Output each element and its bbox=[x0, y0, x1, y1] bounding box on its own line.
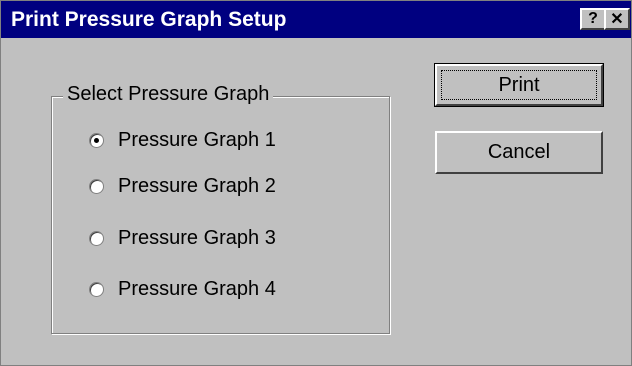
radio-button[interactable] bbox=[89, 230, 104, 246]
help-button[interactable]: ? bbox=[580, 8, 606, 30]
close-icon: ✕ bbox=[610, 11, 624, 28]
help-icon: ? bbox=[588, 10, 598, 27]
radio-button[interactable] bbox=[89, 178, 104, 194]
radio-label: Pressure Graph 3 bbox=[118, 226, 276, 249]
cancel-button[interactable]: Cancel bbox=[435, 131, 603, 174]
radio-option-graph-2[interactable]: Pressure Graph 2 bbox=[89, 173, 276, 199]
radio-option-graph-3[interactable]: Pressure Graph 3 bbox=[89, 225, 276, 251]
radio-button-selected[interactable] bbox=[89, 132, 104, 148]
radio-option-graph-4[interactable]: Pressure Graph 4 bbox=[89, 276, 276, 302]
print-setup-dialog: Print Pressure Graph Setup ? ✕ Select Pr… bbox=[0, 0, 632, 366]
groupbox-label: Select Pressure Graph bbox=[63, 83, 274, 106]
close-button[interactable]: ✕ bbox=[604, 8, 630, 30]
radio-option-graph-1[interactable]: Pressure Graph 1 bbox=[89, 127, 276, 153]
radio-label: Pressure Graph 1 bbox=[118, 128, 276, 151]
window-title: Print Pressure Graph Setup bbox=[11, 8, 287, 31]
radio-label: Pressure Graph 2 bbox=[118, 174, 276, 197]
print-button[interactable]: Print bbox=[434, 63, 604, 107]
cancel-button-label: Cancel bbox=[487, 141, 551, 163]
focus-rectangle bbox=[441, 70, 597, 100]
title-bar[interactable]: Print Pressure Graph Setup ? ✕ bbox=[1, 1, 631, 38]
radio-button[interactable] bbox=[89, 281, 104, 297]
radio-label: Pressure Graph 4 bbox=[118, 277, 276, 300]
